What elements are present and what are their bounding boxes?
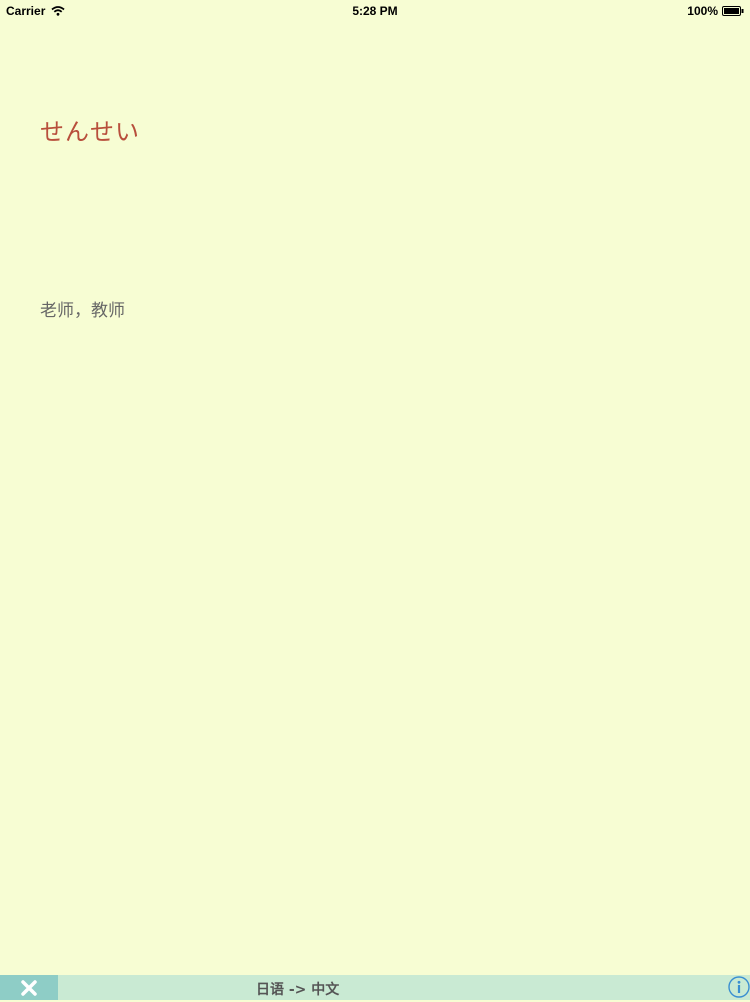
close-icon <box>21 979 37 996</box>
info-icon <box>728 976 750 998</box>
card-meaning: 老师，教师 <box>40 301 125 321</box>
direction-label: 日语 -> 中文 <box>256 982 340 998</box>
info-button[interactable] <box>728 976 750 998</box>
battery-icon <box>722 6 744 16</box>
card-word: せんせい <box>40 118 140 146</box>
battery-group: 100% <box>687 4 744 18</box>
bottom-toolbar: 日语 -> 中文 <box>0 975 750 1000</box>
status-time: 5:28 PM <box>352 4 398 18</box>
close-button[interactable] <box>0 975 58 1000</box>
battery-percent: 100% <box>687 4 718 18</box>
status-bar: Carrier 5:28 PM 100% <box>0 0 750 20</box>
